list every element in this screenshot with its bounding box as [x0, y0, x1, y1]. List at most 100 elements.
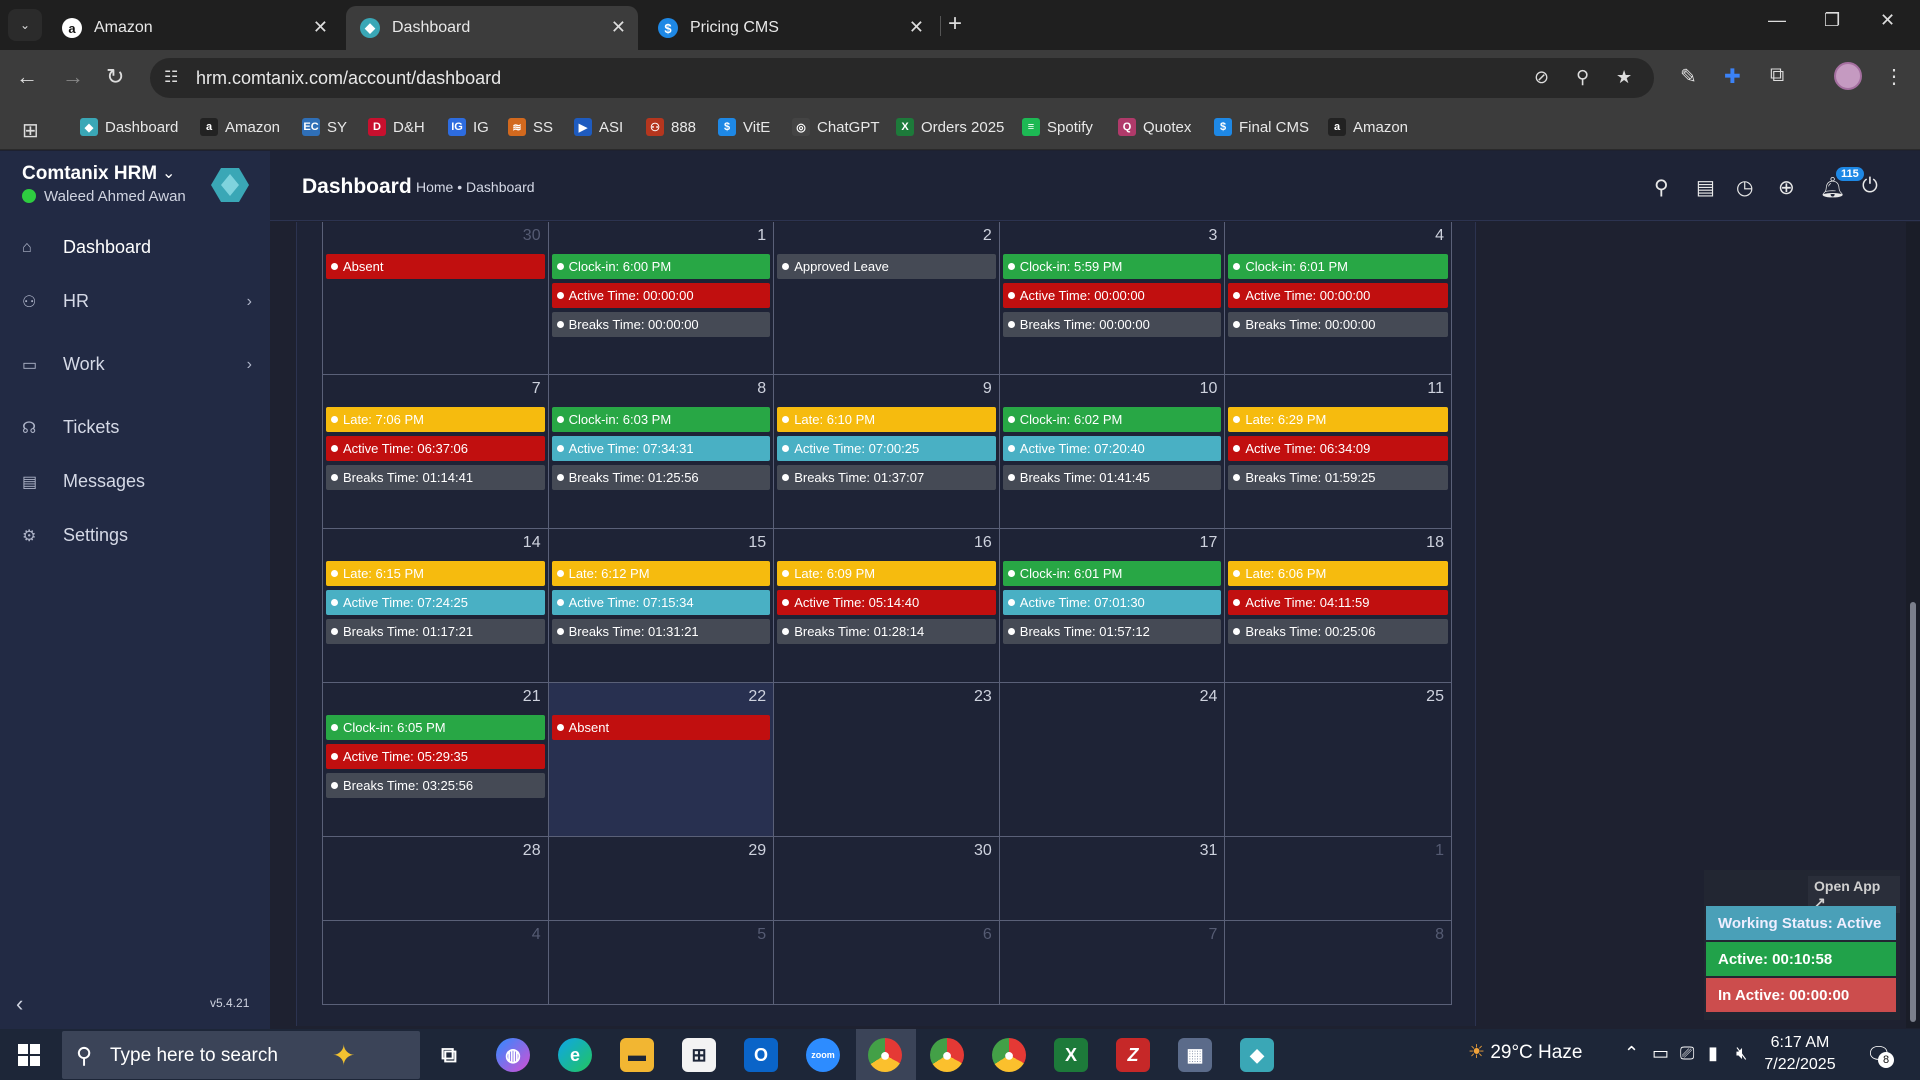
- close-icon[interactable]: ✕: [313, 17, 328, 38]
- calendar-day-cell[interactable]: 24: [1000, 683, 1226, 836]
- attendance-event[interactable]: Breaks Time: 01:25:56: [551, 465, 771, 490]
- calendar-day-cell[interactable]: 8 Clock-in: 6:03 PM Active Time: 07:34:31 B…: [549, 375, 775, 528]
- calculator-icon[interactable]: ▦: [1178, 1038, 1212, 1072]
- bookmark-item[interactable]: a Amazon: [1328, 118, 1408, 136]
- attendance-event[interactable]: Clock-in: 6:03 PM: [551, 407, 771, 432]
- filezilla-icon[interactable]: Z: [1116, 1038, 1150, 1072]
- attendance-event[interactable]: Absent: [326, 254, 545, 279]
- day-number[interactable]: 4: [532, 926, 541, 944]
- attendance-event[interactable]: Breaks Time: 01:41:45: [1002, 465, 1222, 490]
- attendance-event[interactable]: Late: 6:09 PM: [777, 561, 996, 586]
- attendance-event[interactable]: Clock-in: 6:01 PM: [1228, 254, 1448, 279]
- calendar-day-cell[interactable]: 28: [323, 837, 549, 920]
- close-window-icon[interactable]: ✕: [1880, 10, 1895, 31]
- bookmark-item[interactable]: ◆ Dashboard: [80, 118, 178, 136]
- bookmark-item[interactable]: EC SY: [302, 118, 347, 136]
- bookmark-item[interactable]: ◎ ChatGPT: [792, 118, 880, 136]
- calendar-day-cell[interactable]: 17 Clock-in: 6:01 PM Active Time: 07:01:30…: [1000, 529, 1226, 682]
- add-circle-icon[interactable]: ⊕: [1778, 175, 1795, 200]
- day-number[interactable]: 21: [523, 688, 541, 706]
- speaker-muted-icon[interactable]: 🔇︎: [1736, 1043, 1747, 1064]
- day-number[interactable]: 7: [532, 380, 541, 398]
- attendance-event[interactable]: Active Time: 07:00:25: [777, 436, 996, 461]
- calendar-day-cell[interactable]: 18 Late: 6:06 PM Active Time: 04:11:59 Brea…: [1225, 529, 1451, 682]
- bookmark-item[interactable]: ≡ Spotify: [1022, 118, 1093, 136]
- sidebar-item-hr[interactable]: ⚇ HR ›: [22, 291, 252, 312]
- attendance-event[interactable]: Late: 6:12 PM: [551, 561, 771, 586]
- attendance-event[interactable]: Breaks Time: 01:31:21: [551, 619, 771, 644]
- attendance-event[interactable]: Breaks Time: 01:17:21: [326, 619, 545, 644]
- back-icon[interactable]: ←: [16, 64, 38, 90]
- attendance-event[interactable]: Active Time: 00:00:00: [551, 283, 771, 308]
- new-tab-button[interactable]: +: [948, 10, 962, 38]
- calendar-day-cell[interactable]: 2 Approved Leave: [774, 222, 1000, 374]
- day-number[interactable]: 6: [983, 926, 992, 944]
- menu-icon[interactable]: ⋮: [1884, 64, 1904, 89]
- day-number[interactable]: 23: [974, 688, 992, 706]
- calendar-day-cell[interactable]: 30: [774, 837, 1000, 920]
- bookmark-star-icon[interactable]: ★: [1616, 67, 1632, 88]
- attendance-event[interactable]: Breaks Time: 00:00:00: [551, 312, 771, 337]
- day-number[interactable]: 15: [748, 534, 766, 552]
- battery-icon[interactable]: ▮: [1708, 1043, 1718, 1064]
- attendance-event[interactable]: Late: 6:29 PM: [1228, 407, 1448, 432]
- profile-avatar[interactable]: [1834, 62, 1862, 90]
- calendar-day-cell[interactable]: 6: [774, 921, 1000, 1005]
- close-icon[interactable]: ✕: [909, 17, 924, 38]
- task-view-icon[interactable]: ⧉: [432, 1038, 466, 1072]
- day-number[interactable]: 14: [523, 534, 541, 552]
- day-number[interactable]: 28: [523, 842, 541, 860]
- day-number[interactable]: 3: [1208, 227, 1217, 245]
- attendance-event[interactable]: Late: 6:06 PM: [1228, 561, 1448, 586]
- attendance-event[interactable]: Active Time: 06:37:06: [326, 436, 545, 461]
- attendance-event[interactable]: Late: 6:15 PM: [326, 561, 545, 586]
- calendar-day-cell[interactable]: 15 Late: 6:12 PM Active Time: 07:15:34 Brea…: [549, 529, 775, 682]
- close-icon[interactable]: ✕: [611, 17, 626, 38]
- weather-widget[interactable]: ☀︎ 29°C Haze: [1468, 1041, 1582, 1064]
- calendar-day-cell[interactable]: 11 Late: 6:29 PM Active Time: 06:34:09 Brea…: [1225, 375, 1451, 528]
- attendance-event[interactable]: Active Time: 07:15:34: [551, 590, 771, 615]
- calendar-day-cell[interactable]: 3 Clock-in: 5:59 PM Active Time: 00:00:00 B…: [1000, 222, 1226, 374]
- attendance-event[interactable]: Active Time: 00:00:00: [1002, 283, 1222, 308]
- day-number[interactable]: 22: [748, 688, 766, 706]
- calendar-day-cell[interactable]: 5: [549, 921, 775, 1005]
- bookmark-item[interactable]: ⚇ 888: [646, 118, 696, 136]
- calendar-day-cell[interactable]: 8: [1225, 921, 1451, 1005]
- forward-icon[interactable]: →: [62, 64, 84, 90]
- bookmark-item[interactable]: X Orders 2025: [896, 118, 1004, 136]
- file-explorer-icon[interactable]: ▬: [620, 1038, 654, 1072]
- day-number[interactable]: 18: [1426, 534, 1444, 552]
- breadcrumb[interactable]: Home • Dashboard: [416, 179, 535, 195]
- notes-icon[interactable]: ▤: [1696, 175, 1715, 200]
- chrome-profile-icon[interactable]: ●: [930, 1038, 964, 1072]
- calendar-day-cell[interactable]: 22 Absent: [548, 683, 775, 836]
- calendar-day-cell[interactable]: 7: [1000, 921, 1226, 1005]
- calendar-day-cell[interactable]: 1: [1225, 837, 1451, 920]
- chevron-down-icon[interactable]: ⌄: [162, 163, 175, 183]
- attendance-event[interactable]: Breaks Time: 01:57:12: [1002, 619, 1222, 644]
- calendar-day-cell[interactable]: 9 Late: 6:10 PM Active Time: 07:00:25 Break…: [774, 375, 1000, 528]
- tab-dashboard[interactable]: ◆ Dashboard ✕: [346, 6, 638, 50]
- attendance-event[interactable]: Breaks Time: 01:28:14: [777, 619, 996, 644]
- attendance-event[interactable]: Clock-in: 6:05 PM: [326, 715, 545, 740]
- attendance-event[interactable]: Breaks Time: 00:00:00: [1002, 312, 1222, 337]
- outlook-icon[interactable]: O: [744, 1038, 778, 1072]
- attendance-event[interactable]: Active Time: 07:20:40: [1002, 436, 1222, 461]
- store-icon[interactable]: ⊞: [682, 1038, 716, 1072]
- edge-icon[interactable]: e: [558, 1038, 592, 1072]
- collapse-sidebar-icon[interactable]: ‹: [16, 991, 23, 1017]
- attendance-event[interactable]: Active Time: 05:29:35: [326, 744, 545, 769]
- bookmark-item[interactable]: D D&H: [368, 118, 425, 136]
- restore-icon[interactable]: ❐: [1824, 10, 1840, 31]
- day-number[interactable]: 11: [1427, 380, 1444, 398]
- day-number[interactable]: 7: [1208, 926, 1217, 944]
- calendar-day-cell[interactable]: 30 Absent: [323, 222, 549, 374]
- bookmark-item[interactable]: $ VitE: [718, 118, 770, 136]
- attendance-event[interactable]: Late: 7:06 PM: [326, 407, 545, 432]
- day-number[interactable]: 4: [1435, 227, 1444, 245]
- attendance-event[interactable]: Clock-in: 6:00 PM: [551, 254, 771, 279]
- attendance-event[interactable]: Breaks Time: 01:59:25: [1228, 465, 1448, 490]
- attendance-event[interactable]: Clock-in: 6:01 PM: [1002, 561, 1222, 586]
- bookmark-item[interactable]: Q Quotex: [1118, 118, 1191, 136]
- power-icon[interactable]: ⏻: [1862, 175, 1878, 198]
